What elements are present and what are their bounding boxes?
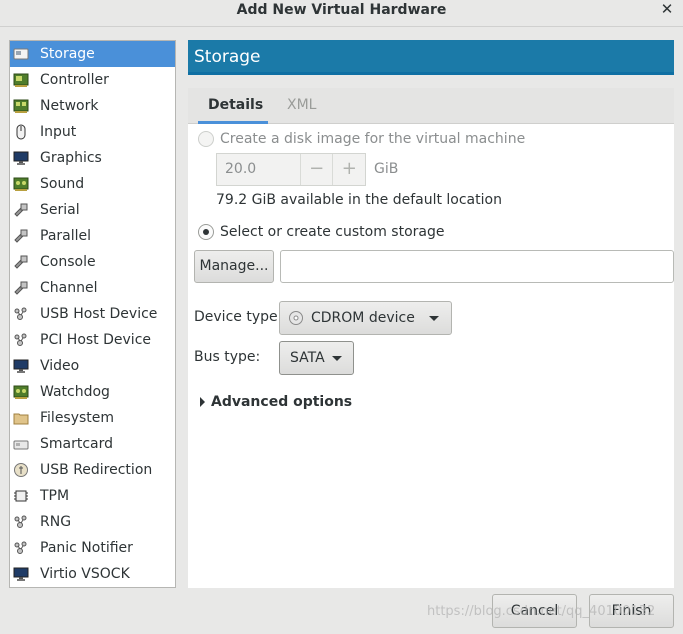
mouse-icon [13,124,29,140]
title-bar: Add New Virtual Hardware ✕ [0,0,683,27]
sidebar-item-label: Serial [40,202,80,218]
sidebar-item-parallel[interactable]: Parallel [10,223,175,249]
channel-plug-icon [13,280,29,296]
sidebar-item-label: Channel [40,280,98,296]
sound-card-icon [13,176,29,192]
monitor-icon [13,150,29,166]
serial-plug-icon [13,202,29,218]
sidebar-item-label: Video [40,358,80,374]
sidebar-item-label: TPM [40,488,70,504]
device-type-label: Device type: [194,309,283,325]
sidebar-item-graphics[interactable]: Graphics [10,145,175,171]
device-type-value: CDROM device [311,310,415,326]
size-unit-label: GiB [374,161,399,177]
device-type-dropdown[interactable]: CDROM device [279,301,452,335]
sidebar-item-label: Storage [40,46,95,62]
rng-icon [13,514,29,530]
finish-button[interactable]: Finish [589,594,674,628]
sidebar-item-serial[interactable]: Serial [10,197,175,223]
sidebar-item-usb-redirection[interactable]: USB Redirection [10,457,175,483]
sidebar-item-label: USB Host Device [40,306,158,322]
sidebar-item-panic-notifier[interactable]: Panic Notifier [10,535,175,561]
storage-path-input[interactable] [280,250,674,283]
sidebar-item-label: USB Redirection [40,462,153,478]
page-title: Storage [188,40,674,75]
sidebar-item-label: Controller [40,72,109,88]
sidebar-item-label: Panic Notifier [40,540,133,556]
decrement-button[interactable]: − [299,154,333,185]
tab-bar: Details XML [188,88,674,124]
custom-storage-label: Select or create custom storage [220,224,445,240]
sidebar-item-input[interactable]: Input [10,119,175,145]
tab-xml[interactable]: XML [287,88,316,124]
usb-host-icon [13,306,29,322]
controller-icon [13,72,29,88]
sidebar-item-label: RNG [40,514,72,530]
sidebar-item-label: Virtio VSOCK [40,566,130,582]
bus-type-label: Bus type: [194,349,261,365]
sidebar-item-sound[interactable]: Sound [10,171,175,197]
custom-storage-radio[interactable] [198,224,214,240]
available-space-text: 79.2 GiB available in the default locati… [216,192,502,208]
cancel-button[interactable]: Cancel [492,594,577,628]
sidebar-item-label: Parallel [40,228,92,244]
vsock-monitor-icon [13,566,29,582]
sidebar-item-label: Input [40,124,77,140]
tpm-chip-icon [13,488,29,504]
sidebar-item-tpm[interactable]: TPM [10,483,175,509]
sidebar-item-smartcard[interactable]: Smartcard [10,431,175,457]
create-disk-option[interactable]: Create a disk image for the virtual mach… [198,131,525,147]
disk-size-spinner[interactable]: 20.0 − + [216,153,366,186]
sidebar-item-network[interactable]: Network [10,93,175,119]
tab-details[interactable]: Details [198,88,268,124]
close-icon[interactable]: ✕ [659,0,675,20]
sidebar-item-console[interactable]: Console [10,249,175,275]
sidebar-item-rng[interactable]: RNG [10,509,175,535]
sidebar-item-storage[interactable]: Storage [10,41,175,67]
network-icon [13,98,29,114]
console-plug-icon [13,254,29,270]
create-disk-label: Create a disk image for the virtual mach… [220,131,526,147]
parallel-plug-icon [13,228,29,244]
usb-redirection-icon [13,462,29,478]
watchdog-icon [13,384,29,400]
sidebar-item-filesystem[interactable]: Filesystem [10,405,175,431]
folder-icon [13,410,29,426]
bus-type-dropdown[interactable]: SATA [279,341,354,375]
disk-size-value[interactable]: 20.0 [217,154,300,185]
chevron-down-icon [429,315,439,321]
sidebar-item-channel[interactable]: Channel [10,275,175,301]
advanced-options-expander[interactable]: Advanced options [200,394,352,410]
advanced-options-label: Advanced options [211,394,353,410]
panic-notifier-icon [13,540,29,556]
sidebar-item-label: Filesystem [40,410,115,426]
storage-icon [13,46,29,62]
window-title: Add New Virtual Hardware [236,2,447,18]
smartcard-icon [13,436,29,452]
create-disk-radio[interactable] [198,131,214,147]
sidebar-item-label: Console [40,254,96,270]
video-monitor-icon [13,358,29,374]
sidebar-item-label: PCI Host Device [40,332,152,348]
chevron-down-icon [331,355,342,361]
sidebar-item-label: Network [40,98,99,114]
pci-host-icon [13,332,29,348]
custom-storage-option[interactable]: Select or create custom storage [198,224,445,240]
increment-button[interactable]: + [332,154,365,185]
sidebar-item-pci-host-device[interactable]: PCI Host Device [10,327,175,353]
sidebar-item-label: Sound [40,176,85,192]
sidebar-item-usb-host-device[interactable]: USB Host Device [10,301,175,327]
sidebar-item-watchdog[interactable]: Watchdog [10,379,175,405]
sidebar-item-label: Watchdog [40,384,110,400]
sidebar-item-video[interactable]: Video [10,353,175,379]
sidebar-item-label: Graphics [40,150,102,166]
sidebar-item-virtio-vsock[interactable]: Virtio VSOCK [10,561,175,587]
hardware-type-list: Storage Controller Network Input Graphics Sou… [9,40,176,588]
bus-type-value: SATA [290,350,325,366]
manage-button[interactable]: Manage... [194,250,274,283]
sidebar-item-controller[interactable]: Controller [10,67,175,93]
chevron-right-icon [200,397,205,407]
sidebar-item-label: Smartcard [40,436,114,452]
cdrom-icon [288,310,304,326]
